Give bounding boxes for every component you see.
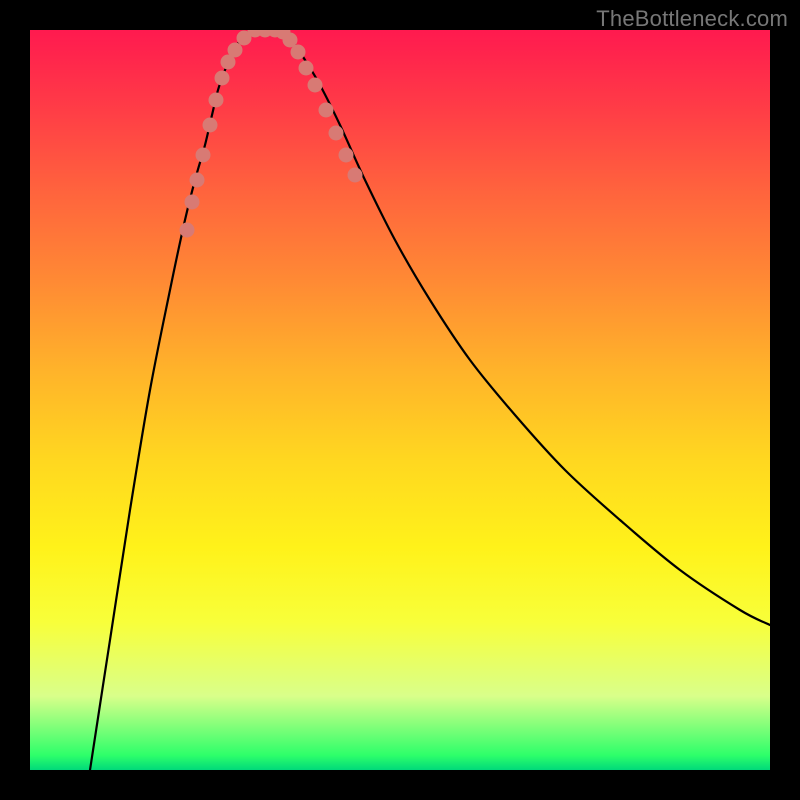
data-dot: [196, 148, 211, 163]
data-dot: [228, 43, 243, 58]
outer-frame: TheBottleneck.com: [0, 0, 800, 800]
plot-area: [30, 30, 770, 770]
curve-right-branch: [265, 30, 770, 625]
chart-svg: [30, 30, 770, 770]
data-dot: [308, 78, 323, 93]
watermark-text: TheBottleneck.com: [596, 6, 788, 32]
data-dot: [215, 71, 230, 86]
curve-left-branch: [90, 30, 265, 770]
data-dot: [203, 118, 218, 133]
data-dot: [209, 93, 224, 108]
data-dot: [299, 61, 314, 76]
data-dot: [291, 45, 306, 60]
data-dot: [185, 195, 200, 210]
data-dot: [339, 148, 354, 163]
data-dot: [348, 168, 363, 183]
data-dot: [180, 223, 195, 238]
curve-group: [90, 30, 770, 770]
data-dot: [329, 126, 344, 141]
data-dot: [319, 103, 334, 118]
data-dot: [190, 173, 205, 188]
